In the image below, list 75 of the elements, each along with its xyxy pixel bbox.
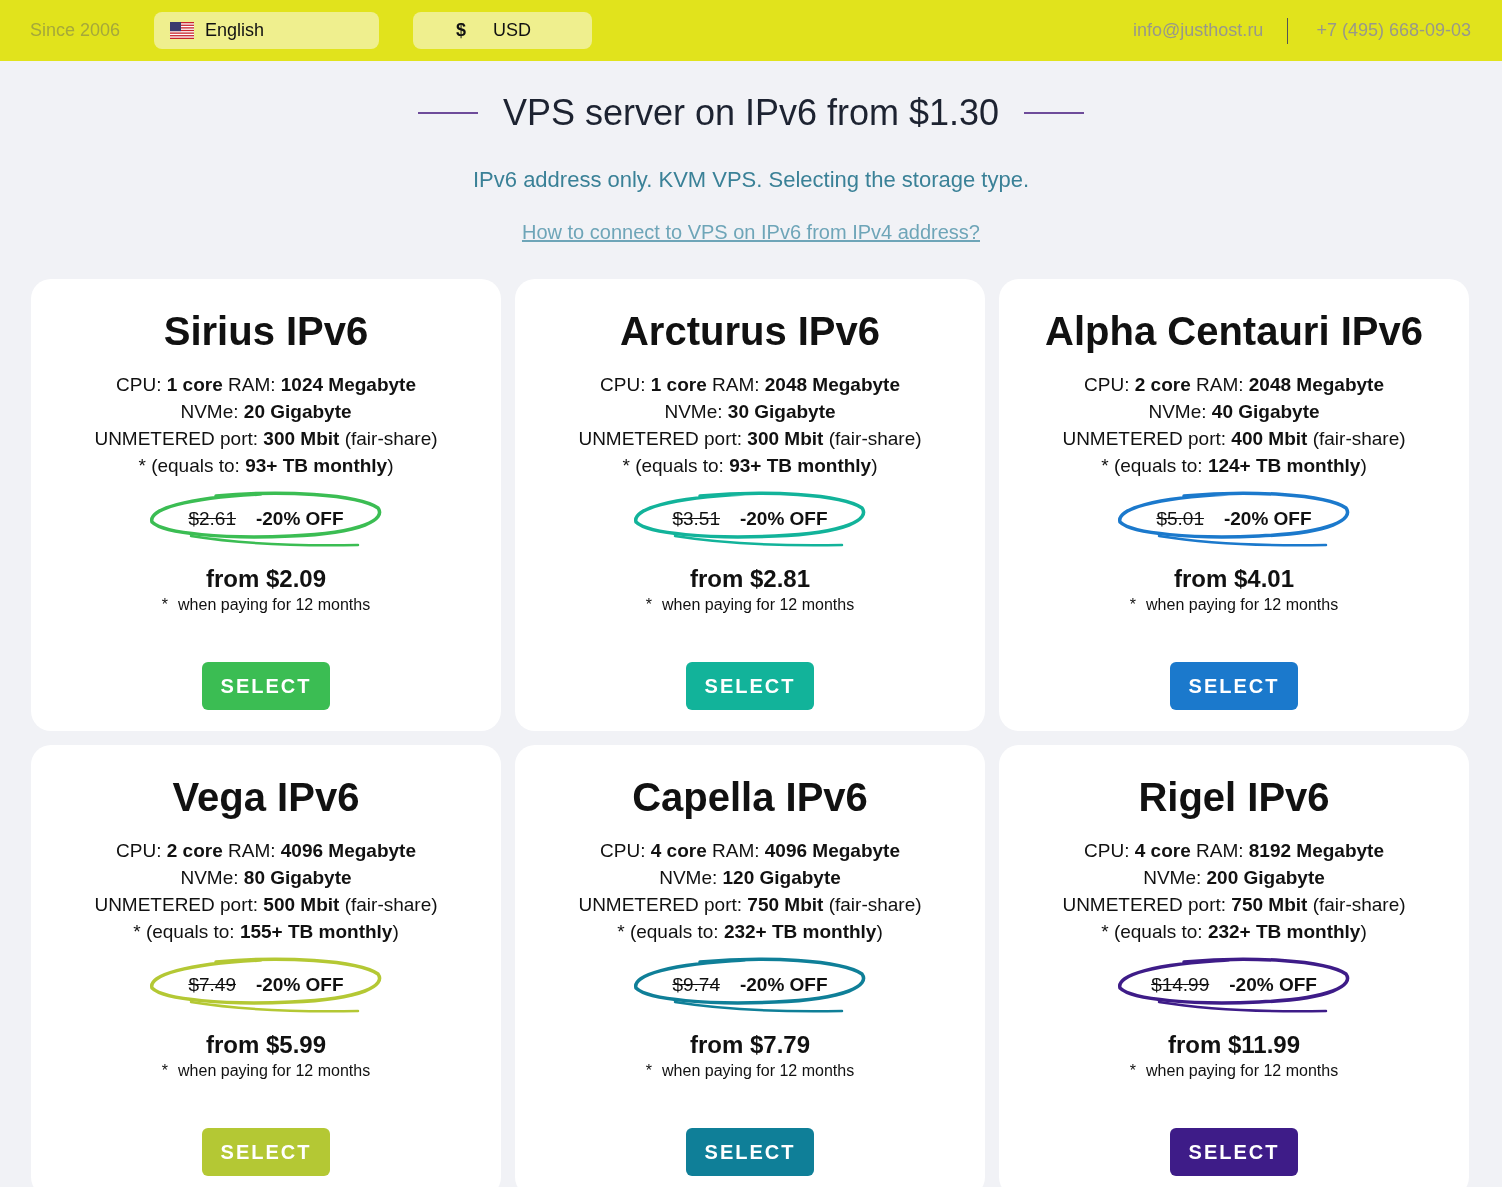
old-price: $14.99: [1151, 974, 1210, 996]
old-price: $5.01: [1156, 508, 1204, 530]
payment-note: when paying for 12 months: [178, 595, 371, 615]
price-text: from $11.99: [1167, 1031, 1301, 1059]
old-price: $2.61: [188, 508, 236, 530]
spec-line: CPU: 2 core RAM: 4096 Megabyte: [116, 839, 416, 863]
spec-line: NVMe: 120 Gigabyte: [659, 866, 841, 890]
us-flag-icon: [170, 22, 195, 39]
plan-title: Alpha Centauri IPv6: [1045, 309, 1423, 353]
spec-line: CPU: 4 core RAM: 4096 Megabyte: [600, 839, 900, 863]
plan-title: Rigel IPv6: [1138, 775, 1330, 819]
discount-label: -20% OFF: [1229, 974, 1317, 996]
select-button[interactable]: SELECT: [1170, 662, 1298, 710]
old-price: $9.74: [672, 974, 720, 996]
language-selector[interactable]: English: [154, 12, 380, 49]
spec-line: UNMETERED port: 400 Mbit (fair-share): [1062, 427, 1406, 451]
asterisk-mark: *: [1129, 1061, 1137, 1081]
discount-label: -20% OFF: [255, 508, 344, 530]
select-button[interactable]: SELECT: [202, 662, 330, 710]
spec-line: * (equals to: 93+ TB monthly): [622, 454, 878, 478]
spec-line: NVMe: 40 Gigabyte: [1148, 400, 1320, 424]
spec-line: UNMETERED port: 500 Mbit (fair-share): [94, 893, 438, 917]
select-button[interactable]: SELECT: [686, 662, 814, 710]
phone-link[interactable]: +7 (495) 668-09-03: [1316, 20, 1471, 41]
since-label: Since 2006: [30, 20, 121, 41]
email-link[interactable]: info@justhost.ru: [1133, 20, 1264, 41]
spec-line: NVMe: 20 Gigabyte: [180, 400, 352, 424]
discount-label: -20% OFF: [1223, 508, 1312, 530]
discount-label: -20% OFF: [255, 974, 344, 996]
spec-line: UNMETERED port: 300 Mbit (fair-share): [578, 427, 922, 451]
currency-selector[interactable]: $ USD: [413, 12, 593, 49]
spec-line: CPU: 2 core RAM: 2048 Megabyte: [1084, 373, 1384, 397]
asterisk-mark: *: [161, 1061, 169, 1081]
price-text: from $5.99: [205, 1031, 327, 1059]
spec-line: CPU: 1 core RAM: 1024 Megabyte: [116, 373, 416, 397]
discount-label: -20% OFF: [739, 508, 828, 530]
payment-note: when paying for 12 months: [662, 595, 855, 615]
payment-note: when paying for 12 months: [662, 1061, 855, 1081]
page-title: VPS server on IPv6 from $1.30: [502, 91, 1000, 135]
select-button[interactable]: SELECT: [1170, 1128, 1298, 1176]
payment-note: when paying for 12 months: [178, 1061, 371, 1081]
old-price: $3.51: [672, 508, 720, 530]
asterisk-mark: *: [1129, 595, 1137, 615]
select-button[interactable]: SELECT: [202, 1128, 330, 1176]
asterisk-mark: *: [645, 1061, 653, 1081]
spec-line: * (equals to: 155+ TB monthly): [133, 920, 399, 944]
select-button[interactable]: SELECT: [686, 1128, 814, 1176]
price-text: from $2.81: [689, 565, 811, 593]
spec-line: CPU: 1 core RAM: 2048 Megabyte: [600, 373, 900, 397]
plan-title: Sirius IPv6: [163, 309, 369, 353]
price-text: from $7.79: [689, 1031, 811, 1059]
spec-line: CPU: 4 core RAM: 8192 Megabyte: [1084, 839, 1384, 863]
payment-note: when paying for 12 months: [1146, 595, 1339, 615]
asterisk-mark: *: [161, 595, 169, 615]
plan-title: Arcturus IPv6: [619, 309, 881, 353]
spec-line: NVMe: 200 Gigabyte: [1143, 866, 1325, 890]
spec-line: * (equals to: 93+ TB monthly): [138, 454, 394, 478]
spec-line: * (equals to: 232+ TB monthly): [1101, 920, 1367, 944]
spec-line: * (equals to: 232+ TB monthly): [617, 920, 883, 944]
price-text: from $4.01: [1173, 565, 1295, 593]
asterisk-mark: *: [645, 595, 653, 615]
spec-line: UNMETERED port: 750 Mbit (fair-share): [1062, 893, 1406, 917]
spec-line: UNMETERED port: 750 Mbit (fair-share): [578, 893, 922, 917]
discount-label: -20% OFF: [739, 974, 828, 996]
spec-line: NVMe: 80 Gigabyte: [180, 866, 352, 890]
spec-line: * (equals to: 124+ TB monthly): [1101, 454, 1367, 478]
spec-line: UNMETERED port: 300 Mbit (fair-share): [94, 427, 438, 451]
payment-note: when paying for 12 months: [1146, 1061, 1339, 1081]
page-subtitle: IPv6 address only. KVM VPS. Selecting the storage type.: [473, 166, 1029, 194]
price-text: from $2.09: [205, 565, 327, 593]
plan-title: Capella IPv6: [632, 775, 868, 819]
spec-line: NVMe: 30 Gigabyte: [664, 400, 836, 424]
plan-title: Vega IPv6: [172, 775, 360, 819]
old-price: $7.49: [188, 974, 236, 996]
help-link[interactable]: How to connect to VPS on IPv6 from IPv4 address?: [522, 219, 980, 245]
